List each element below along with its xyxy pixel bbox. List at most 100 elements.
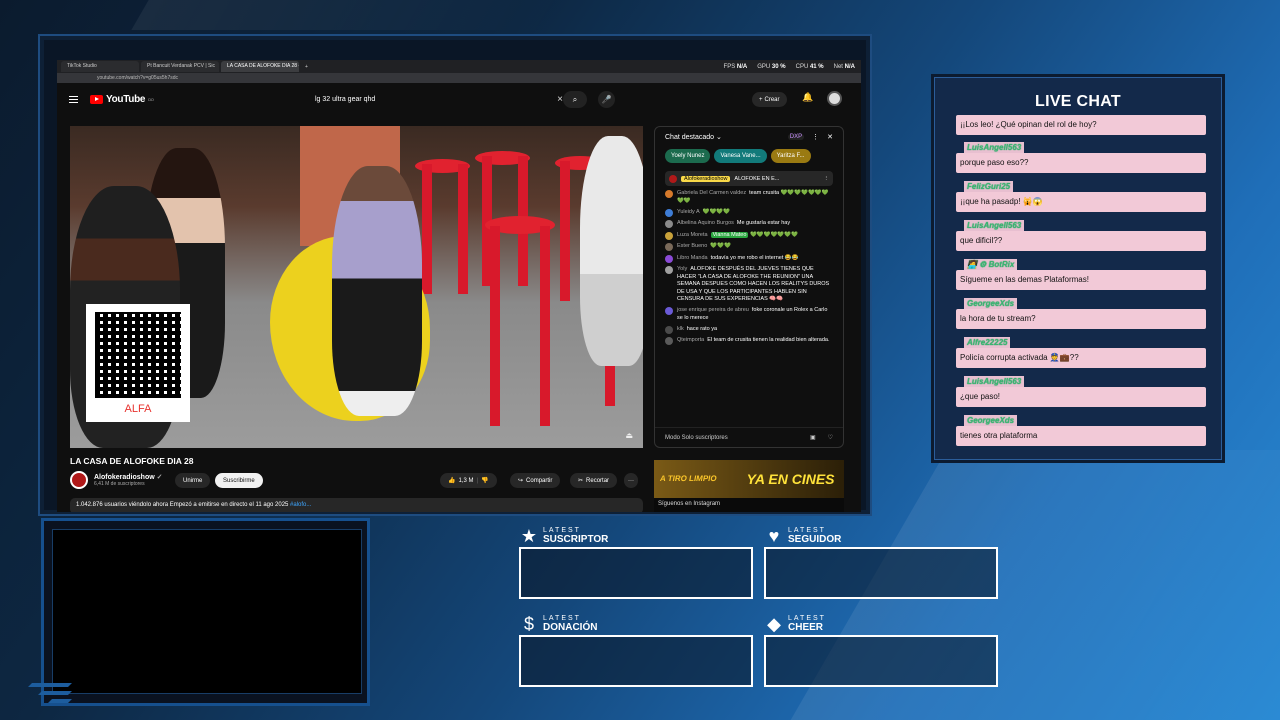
scissors-icon: ✂ — [578, 478, 584, 484]
chat-user-avatar[interactable] — [665, 190, 673, 198]
create-button[interactable]: + Crear — [752, 92, 787, 107]
chat-message[interactable]: Yoly ALOFOKE DESPUÉS DEL JUEVES TIENES QU… — [665, 266, 833, 304]
live-chat-username: GeorgeeXds — [964, 298, 1018, 309]
chat-text: El team de crusita tienen la realidad bi… — [707, 337, 830, 343]
chat-mode-dropdown[interactable]: Chat destacado ⌄ — [665, 133, 722, 141]
chat-more-icon[interactable]: ⋮ — [812, 133, 819, 141]
menu-icon[interactable] — [69, 95, 78, 103]
chat-message[interactable]: Yuleidy A 💚💚💚💚 — [665, 208, 833, 217]
chat-footer: Modo Solo suscriptores ▣ ♡ — [655, 427, 843, 447]
chat-text: ALOFOKE DESPUÉS DEL JUEVES TIENES QUE HA… — [677, 266, 830, 302]
live-chat-item: GeorgeeXds la hora de tu stream? — [956, 298, 1206, 337]
ad-banner[interactable]: A TIRO LIMPIO YA EN CINES Síguenos en In… — [654, 460, 844, 512]
chat-username[interactable]: Gabriela Del Carmen valdez — [677, 190, 746, 196]
chat-user-avatar[interactable] — [665, 231, 673, 240]
chip-donor[interactable]: Vanesa Vane... — [714, 149, 767, 163]
live-chat-item: LuisAngell563 porque paso eso?? — [956, 142, 1206, 181]
channel-name[interactable]: Alofokeradioshow ✓ — [94, 473, 163, 481]
chat-message[interactable]: Ester Bueno 💚💚💚 — [665, 243, 833, 251]
chat-username[interactable]: Yoly — [677, 266, 687, 272]
join-button[interactable]: Unirme — [175, 473, 211, 488]
dislike-icon[interactable]: 👎 — [481, 477, 488, 484]
live-chat-item: 🧑‍💻 ⚙ BotRix Sígueme en las demas Platafo… — [956, 259, 1206, 298]
clip-button[interactable]: ✂ Recortar — [570, 473, 618, 488]
diamond-icon: ◆ — [767, 614, 781, 634]
chat-user-avatar[interactable] — [665, 220, 673, 228]
latest-suscriptor-box — [519, 547, 753, 599]
chip-donor[interactable]: Yoely Nunez — [665, 149, 711, 163]
chat-username[interactable]: Qteimporta — [677, 337, 704, 343]
pinned-message[interactable]: Alofokeradioshow ALOFOKE EN E... ⋮ — [665, 171, 833, 186]
latest-seguidor-box — [764, 547, 998, 599]
close-chat-icon[interactable]: ✕ — [827, 133, 833, 141]
live-chat-list: ¡¡Los leo! ¿Qué opinan del rol de hoy? Lu… — [956, 115, 1206, 454]
chat-reactions-icon[interactable]: ▣ — [810, 434, 816, 441]
channel-avatar[interactable] — [70, 471, 88, 489]
youtube-logo[interactable]: YouTube DO — [90, 94, 154, 105]
address-bar[interactable]: youtube.com/watch?v=g05us5h7sdc — [57, 73, 861, 83]
live-chat-message: ¡¡Los leo! ¿Qué opinan del rol de hoy? — [956, 115, 1206, 135]
tab-youtube[interactable]: LA CASA DE ALOFOKE DIA 28 - Yo — [221, 61, 299, 72]
chat-username[interactable]: Libro Manda — [677, 255, 708, 261]
chat-user-avatar[interactable] — [665, 307, 673, 315]
chat-message[interactable]: Qteimporta El team de crusita tienen la r… — [665, 337, 833, 345]
share-button[interactable]: ↪ Compartir — [510, 473, 561, 488]
search-input[interactable]: lg 32 ultra gear qhd × — [309, 91, 563, 108]
chat-message[interactable]: Libro Manda todavía yo me robo el interne… — [665, 254, 833, 263]
chat-username[interactable]: Luza Moreta — [677, 232, 708, 238]
subscribe-button[interactable]: Suscribirme — [215, 473, 263, 488]
pinned-more-icon[interactable]: ⋮ — [824, 176, 830, 182]
notifications-bell-icon[interactable]: 🔔 — [802, 92, 813, 103]
live-chat-message: tienes otra plataforma — [956, 426, 1206, 446]
new-tab-button[interactable]: + — [301, 64, 312, 70]
chat-username[interactable]: jose enrique pereira de abreu — [677, 307, 749, 313]
chat-message[interactable]: Luza Moreta Vianna Mateo 💚💚💚💚💚💚💚 — [665, 231, 833, 240]
chat-messages: Gabriela Del Carmen valdez team crusita 💚… — [655, 188, 843, 351]
chat-user-avatar[interactable] — [665, 208, 673, 217]
chat-username[interactable]: Albelina Aquino Burgos — [677, 220, 734, 226]
chat-message[interactable]: jose enrique pereira de abreu foke corona… — [665, 307, 833, 322]
live-chat-item: GeorgeeXds tienes otra plataforma — [956, 415, 1206, 454]
share-icon: ↪ — [518, 478, 524, 484]
live-chat-item: FelizGuri25 ¡¡que ha pasadp! 🙀😱 — [956, 181, 1206, 220]
chat-username[interactable]: klk — [677, 326, 684, 332]
chat-username[interactable]: Ester Bueno — [677, 243, 707, 249]
performance-stats: FPS N/A GPU 30 % CPU 41 % Net N/A — [723, 63, 855, 70]
like-button[interactable]: 👍 1,3 M | 👎 — [440, 473, 497, 488]
subscriber-count: 6,41 M de suscriptores — [94, 481, 145, 487]
search-button[interactable]: ⌕ — [563, 91, 587, 108]
chat-message[interactable]: Albelina Aquino Burgos Me gustaría estar … — [665, 220, 833, 228]
chat-text: Me gustaría estar hay — [736, 220, 791, 226]
heart-reaction-icon[interactable]: ♡ — [828, 434, 833, 441]
chat-user-avatar[interactable] — [665, 266, 673, 274]
chat-text: todavía yo me robo el internet 😂😂 — [710, 254, 799, 261]
star-icon: ★ — [520, 526, 538, 546]
video-description[interactable]: 1.042.876 usuarios viéndolo ahora Empezó… — [70, 498, 643, 512]
live-chat-item: ¡¡Los leo! ¿Qué opinan del rol de hoy? — [956, 115, 1206, 142]
latest-cheer-box — [764, 635, 998, 687]
webcam-frame — [41, 518, 370, 706]
video-player[interactable]: ALFA ⏏ — [70, 126, 643, 448]
donor-chips: Yoely Nunez Vanesa Vane... Yaritza F... — [655, 147, 843, 165]
chat-message[interactable]: klk hace rato ya — [665, 325, 833, 334]
chat-user-avatar[interactable] — [665, 325, 673, 334]
tab-tiktok[interactable]: TikTok Studio — [61, 61, 139, 72]
chat-text: 💚💚💚💚💚💚💚 — [749, 231, 798, 238]
chip-donor[interactable]: Yaritza F... — [770, 149, 811, 163]
avatar[interactable] — [827, 91, 842, 106]
more-button[interactable]: ··· — [624, 473, 638, 488]
chat-username[interactable]: Yuleidy A — [677, 209, 700, 215]
dollar-icon: $ — [523, 614, 534, 634]
chat-user-avatar[interactable] — [665, 254, 673, 263]
chat-user-avatar[interactable] — [665, 337, 673, 345]
dxp-badge: DXP — [787, 134, 805, 140]
voice-search-button[interactable]: 🎤 — [598, 91, 615, 108]
search-icon: ⌕ — [572, 94, 578, 104]
heart-icon: ♥ — [768, 526, 780, 546]
chat-user-avatar[interactable] — [665, 243, 673, 251]
video-settings-icon[interactable]: ⏏ — [625, 431, 633, 440]
live-chat-widget: LIVE CHAT ¡¡Los leo! ¿Qué opinan del rol… — [931, 74, 1225, 463]
chat-message[interactable]: Gabriela Del Carmen valdez team crusita 💚… — [665, 190, 833, 205]
tab-second[interactable]: Pt Bancuit Verdanak PCV | Sic — [141, 61, 219, 72]
youtube-header: YouTube DO lg 32 ultra gear qhd × ⌕ 🎤 + Cr… — [57, 83, 861, 115]
